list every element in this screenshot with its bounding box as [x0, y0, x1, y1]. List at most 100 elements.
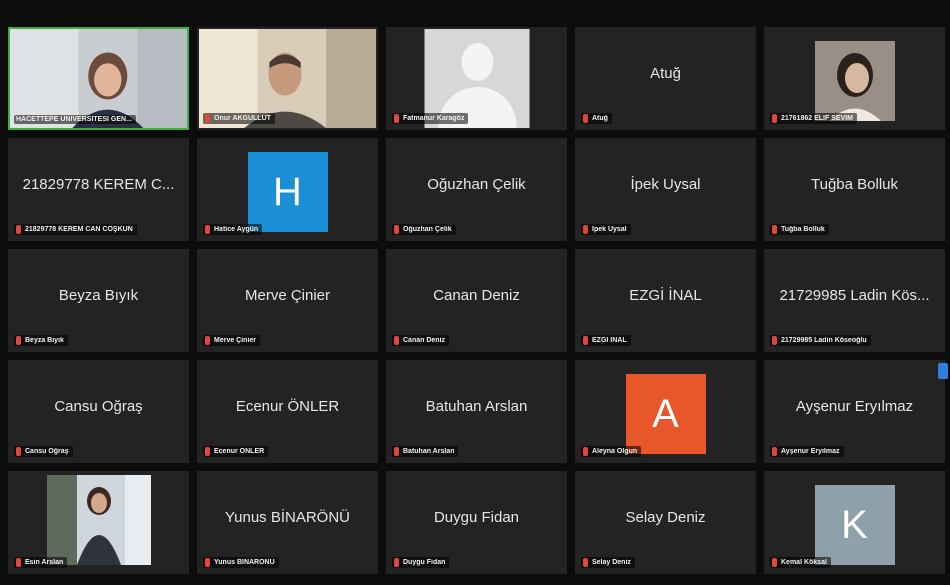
participant-name: Tuğba Bolluk — [781, 226, 825, 233]
name-label: Batuhan Arslan — [392, 446, 459, 457]
top-bar — [0, 0, 950, 22]
name-label: 21729985 Ladin Köseoğlu — [770, 335, 871, 346]
mic-muted-icon — [16, 336, 21, 345]
participant-display-name: EZGİ İNAL — [629, 287, 702, 304]
participant-tile[interactable]: Onur AKGÜLLÜT — [197, 27, 378, 130]
participant-tile[interactable]: Beyza Bıyık Beyza Bıyık — [8, 249, 189, 352]
participant-name: EZGİ İNAL — [592, 337, 627, 344]
participant-tile[interactable]: Atuğ Atuğ — [575, 27, 756, 130]
mic-muted-icon — [16, 558, 21, 567]
mic-muted-icon — [16, 225, 21, 234]
participant-tile[interactable]: EZGİ İNAL EZGİ İNAL — [575, 249, 756, 352]
avatar: K — [814, 485, 895, 565]
name-label: Canan Deniz — [392, 335, 450, 346]
name-label: 21829778 KEREM CAN COŞKUN — [14, 224, 137, 235]
name-label: Cansu Oğraş — [14, 446, 73, 457]
participant-name: 21761862 ELİF SEVİM — [781, 115, 853, 122]
participant-tile[interactable]: Cansu Oğraş Cansu Oğraş — [8, 360, 189, 463]
name-label: HACETTEPE ÜNİVERSİTESİ GEN... — [14, 115, 136, 124]
participant-display-name: Ayşenur Eryılmaz — [795, 398, 914, 415]
mic-muted-icon — [394, 225, 399, 234]
participant-tile[interactable]: Yunus BİNARÖNÜ Yunus BİNARÖNÜ — [197, 471, 378, 574]
profile-photo — [814, 41, 895, 121]
mic-muted-icon — [205, 336, 210, 345]
participant-tile[interactable]: Selay Deniz Selay Deniz — [575, 471, 756, 574]
mic-muted-icon — [583, 114, 588, 123]
participant-display-name: Yunus BİNARÖNÜ — [224, 509, 351, 526]
participant-name: Duygu Fidan — [403, 559, 446, 566]
participant-tile[interactable]: İpek Uysal İpek Uysal — [575, 138, 756, 241]
mic-muted-icon — [772, 225, 777, 234]
participant-name: Selay Deniz — [592, 559, 631, 566]
participant-tile[interactable]: 21761862 ELİF SEVİM — [764, 27, 945, 130]
name-label: Kemal Köksal — [770, 557, 831, 568]
mic-muted-icon — [394, 558, 399, 567]
participant-tile[interactable]: Ayşenur Eryılmaz Ayşenur Eryılmaz — [764, 360, 945, 463]
participant-tile[interactable]: HACETTEPE ÜNİVERSİTESİ GEN... — [8, 27, 189, 130]
participant-display-name: Ecenur ÖNLER — [235, 398, 340, 415]
participant-display-name: İpek Uysal — [630, 176, 701, 193]
mic-muted-icon — [583, 336, 588, 345]
participant-tile[interactable]: Fatmanur Karagöz — [386, 27, 567, 130]
participant-tile[interactable]: Oğuzhan Çelik Oğuzhan Çelik — [386, 138, 567, 241]
participant-name: Hatice Aygün — [214, 226, 259, 233]
participant-name: Esin Arslan — [25, 559, 64, 566]
participant-display-name: Selay Deniz — [625, 509, 706, 526]
participant-tile[interactable]: Esin Arslan — [8, 471, 189, 574]
mic-muted-icon — [772, 558, 777, 567]
participant-name: Cansu Oğraş — [25, 448, 69, 455]
side-panel-badge[interactable] — [938, 363, 948, 379]
mic-muted-icon — [583, 558, 588, 567]
participant-name: Batuhan Arslan — [403, 448, 455, 455]
name-label: Selay Deniz — [581, 557, 635, 568]
participant-name: Beyza Bıyık — [25, 337, 64, 344]
participant-tile[interactable]: Ecenur ÖNLER Ecenur ÖNLER — [197, 360, 378, 463]
participant-tile[interactable]: H Hatice Aygün — [197, 138, 378, 241]
mic-muted-icon — [205, 447, 210, 456]
name-label: Ecenur ÖNLER — [203, 446, 269, 457]
mic-muted-icon — [16, 447, 21, 456]
participant-name: Ecenur ÖNLER — [214, 448, 265, 455]
participant-tile[interactable]: Batuhan Arslan Batuhan Arslan — [386, 360, 567, 463]
participant-tile[interactable]: 21729985 Ladin Kös... 21729985 Ladin Kös… — [764, 249, 945, 352]
name-label: Beyza Bıyık — [14, 335, 68, 346]
participant-name: Fatmanur Karagöz — [403, 115, 465, 122]
participant-display-name: Merve Çinier — [244, 287, 331, 304]
name-label: Esin Arslan — [14, 557, 68, 568]
name-label: Onur AKGÜLLÜT — [203, 113, 275, 124]
name-label: Tuğba Bolluk — [770, 224, 829, 235]
participant-tile[interactable]: 21829778 KEREM C... 21829778 KEREM CAN C… — [8, 138, 189, 241]
participant-tile[interactable]: Canan Deniz Canan Deniz — [386, 249, 567, 352]
avatar: A — [625, 374, 706, 454]
name-label: Yunus BİNARÖNÜ — [203, 557, 279, 568]
mic-muted-icon — [583, 447, 588, 456]
participant-tile[interactable]: A Aleyna Olgun — [575, 360, 756, 463]
name-label: Hatice Aygün — [203, 224, 263, 235]
participant-name: Canan Deniz — [403, 337, 446, 344]
participant-tile[interactable]: K Kemal Köksal — [764, 471, 945, 574]
participant-name: Onur AKGÜLLÜT — [214, 115, 271, 122]
mic-muted-icon — [205, 114, 210, 123]
mic-muted-icon — [394, 336, 399, 345]
name-label: EZGİ İNAL — [581, 335, 631, 346]
gallery-grid: HACETTEPE ÜNİVERSİTESİ GEN... Onur AKGÜL… — [8, 27, 945, 577]
name-label: 21761862 ELİF SEVİM — [770, 113, 857, 124]
avatar: H — [247, 152, 328, 232]
participant-display-name: Batuhan Arslan — [425, 398, 528, 415]
participant-tile[interactable]: Tuğba Bolluk Tuğba Bolluk — [764, 138, 945, 241]
mic-muted-icon — [394, 447, 399, 456]
participant-display-name: 21829778 KEREM C... — [22, 176, 175, 193]
participant-tile[interactable]: Duygu Fidan Duygu Fidan — [386, 471, 567, 574]
name-label: Duygu Fidan — [392, 557, 450, 568]
participant-display-name: Tuğba Bolluk — [811, 176, 898, 193]
name-label: Atuğ — [581, 113, 612, 124]
mic-muted-icon — [772, 114, 777, 123]
name-label: İpek Uysal — [581, 224, 631, 235]
mic-muted-icon — [583, 225, 588, 234]
participant-tile[interactable]: Merve Çinier Merve Çinier — [197, 249, 378, 352]
participant-name: Atuğ — [592, 115, 608, 122]
mic-muted-icon — [205, 558, 210, 567]
participant-display-name: Atuğ — [650, 65, 681, 82]
participant-display-name: Beyza Bıyık — [58, 287, 139, 304]
mic-muted-icon — [772, 447, 777, 456]
